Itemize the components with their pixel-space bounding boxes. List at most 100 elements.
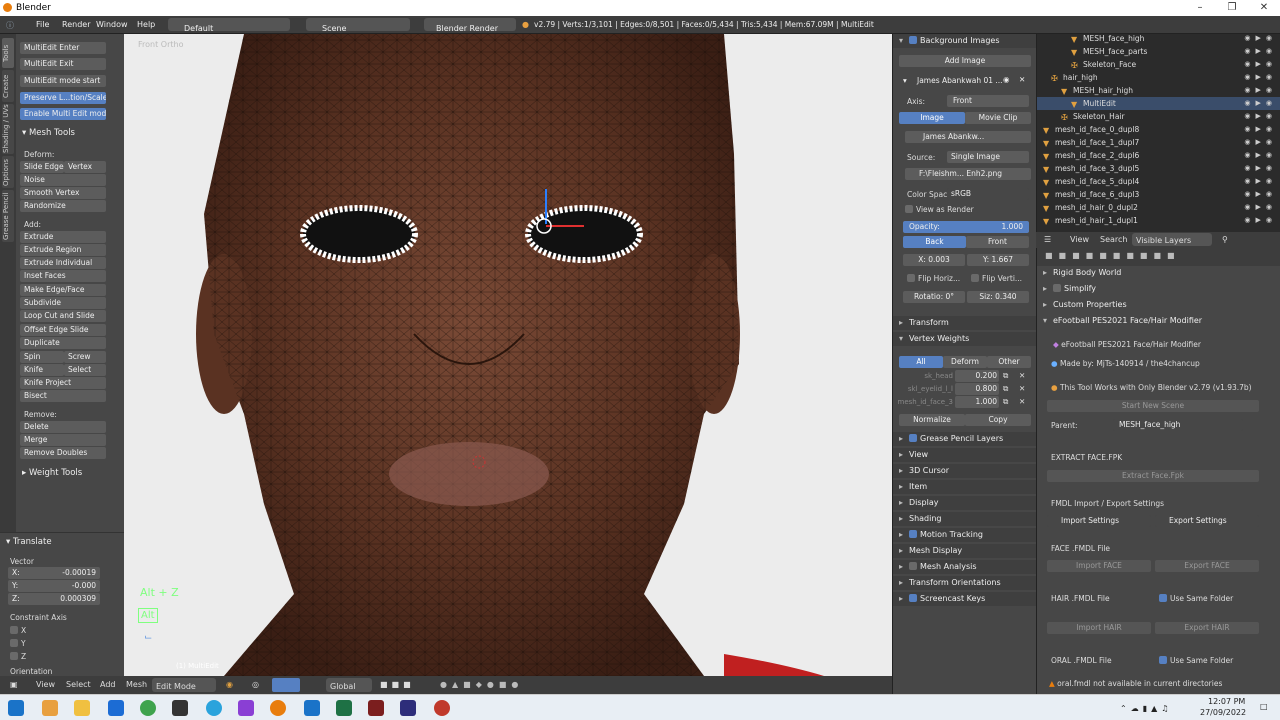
outliner-row[interactable]: ▼ mesh_id_face_3_dupl5 ◉▶◉	[1037, 162, 1280, 175]
visibility-icons[interactable]: ◉▶◉	[1244, 32, 1277, 45]
outliner-row-active[interactable]: ▼ MultiEdit ◉▶◉	[1037, 97, 1280, 110]
export-hair-button[interactable]: Export HAIR	[1155, 622, 1259, 634]
outliner-row[interactable]: ▼ mesh_id_face_1_dupl7 ◉▶◉	[1037, 136, 1280, 149]
vector-x-field[interactable]: X: -0.00019	[8, 567, 100, 579]
taskbar-app-icon[interactable]	[238, 700, 254, 716]
taskbar-app-icon[interactable]	[42, 700, 58, 716]
extrude-menu[interactable]: Extrude	[20, 231, 106, 243]
view-as-render-checkbox[interactable]: View as Render	[905, 205, 974, 214]
menu-file[interactable]: File	[36, 20, 49, 29]
visibility-icons[interactable]: ◉▶◉	[1244, 188, 1277, 201]
translate-header[interactable]: ▾ Translate	[6, 537, 52, 547]
import-hair-button[interactable]: Import HAIR	[1047, 622, 1151, 634]
menu-view[interactable]: View	[36, 680, 55, 689]
outliner-row[interactable]: ▼ mesh_id_hair_1_dupl1 ◉▶◉	[1037, 214, 1280, 227]
outliner[interactable]: ▼ MESH_face_high ◉▶◉ ▼ MESH_face_parts ◉▶◉ ✠…	[1036, 34, 1280, 232]
tab-grease-pencil[interactable]: Grease Pencil	[2, 190, 14, 242]
outliner-row[interactable]: ▼ MESH_face_parts ◉▶◉	[1037, 45, 1280, 58]
outliner-row[interactable]: ▼ mesh_id_face_6_dupl3 ◉▶◉	[1037, 188, 1280, 201]
simplify-header[interactable]: Simplify	[1041, 282, 1273, 296]
visibility-icons[interactable]: ◉▶◉	[1244, 201, 1277, 214]
manipulator-toggle[interactable]	[272, 678, 300, 692]
hair-use-same-folder-checkbox[interactable]: Use Same Folder	[1159, 594, 1233, 603]
pivot-icon[interactable]: ◎	[252, 680, 259, 689]
expand-icon[interactable]: ▾	[903, 76, 907, 85]
motion-tracking-header[interactable]: Motion Tracking	[893, 528, 1037, 542]
addon-panel-header[interactable]: eFootball PES2021 Face/Hair Modifier	[1041, 314, 1273, 328]
visibility-icons[interactable]: ◉▶◉	[1244, 110, 1277, 123]
visibility-icons[interactable]: ◉▶◉	[1244, 123, 1277, 136]
mesh-analysis-header[interactable]: Mesh Analysis	[893, 560, 1037, 574]
close-icon[interactable]: ✕	[1252, 1, 1276, 15]
copy-button[interactable]: Copy	[965, 414, 1031, 426]
remove-weight-icon[interactable]: ✕	[1019, 384, 1025, 393]
tray-icons[interactable]: ⌃☁▮▲♫	[1120, 704, 1172, 713]
knife-select-button[interactable]: Select	[64, 364, 106, 376]
filepath-field[interactable]: F:\Fleishm... Enh2.png	[905, 168, 1031, 180]
multiedit-exit-button[interactable]: MultiEdit Exit	[20, 58, 106, 70]
tab-create[interactable]: Create	[2, 70, 14, 102]
minimize-icon[interactable]: –	[1188, 1, 1212, 15]
flip-vertical-checkbox[interactable]: Flip Verti...	[971, 274, 1022, 283]
knife-project-button[interactable]: Knife Project	[20, 377, 106, 389]
tab-options[interactable]: Options	[2, 156, 14, 188]
screencast-keys-header[interactable]: Screencast Keys	[893, 592, 1037, 606]
vw-all-button[interactable]: All	[899, 356, 943, 368]
visibility-icons[interactable]: ◉▶◉	[1244, 58, 1277, 71]
outliner-row[interactable]: ▼ mesh_id_face_0_dupl8 ◉▶◉	[1037, 123, 1280, 136]
visibility-icons[interactable]: ◉▶◉	[1244, 136, 1277, 149]
3d-cursor-header[interactable]: 3D Cursor	[893, 464, 1037, 478]
extrude-individual-button[interactable]: Extrude Individual	[20, 257, 106, 269]
screen-layout-select[interactable]: Default	[168, 18, 290, 33]
rotation-field[interactable]: Rotatio: 0°	[903, 291, 965, 303]
photoshop-icon[interactable]	[368, 700, 384, 716]
constraint-x-checkbox[interactable]: X	[10, 626, 26, 635]
outlook-icon[interactable]	[108, 700, 124, 716]
menu-help[interactable]: Help	[137, 20, 155, 29]
vw-deform-button[interactable]: Deform	[943, 356, 987, 368]
bisect-button[interactable]: Bisect	[20, 390, 106, 402]
import-face-button[interactable]: Import FACE	[1047, 560, 1151, 572]
layer-buttons[interactable]: ■■■	[380, 680, 415, 689]
vector-z-field[interactable]: Z: 0.000309	[8, 593, 100, 605]
weight-row[interactable]: mesh_id_face_3 1.000 ⧉ ✕	[897, 396, 1035, 408]
color-space-select[interactable]: sRGB	[947, 188, 1029, 200]
flip-horizontal-checkbox[interactable]: Flip Horiz...	[907, 274, 960, 283]
remove-doubles-button[interactable]: Remove Doubles	[20, 447, 106, 459]
orientation-select[interactable]: Global	[326, 678, 372, 692]
export-face-button[interactable]: Export FACE	[1155, 560, 1259, 572]
visibility-icons[interactable]: ◉▶◉	[1244, 97, 1277, 110]
front-button[interactable]: Front	[966, 236, 1029, 248]
outliner-row[interactable]: ▼ MESH_hair_high ◉▶◉	[1037, 84, 1280, 97]
menu-select[interactable]: Select	[66, 680, 91, 689]
transform-orientations-header[interactable]: Transform Orientations	[893, 576, 1037, 590]
visibility-icons[interactable]: ◉▶◉	[1244, 214, 1277, 227]
size-field[interactable]: Siz: 0.340	[967, 291, 1029, 303]
outliner-row[interactable]: ▼ mesh_id_hair_0_dupl2 ◉▶◉	[1037, 201, 1280, 214]
shading-icon[interactable]: ◉	[226, 680, 233, 689]
noise-button[interactable]: Noise	[20, 174, 106, 186]
vertex-weights-header[interactable]: Vertex Weights	[893, 332, 1037, 346]
remove-weight-icon[interactable]: ✕	[1019, 371, 1025, 380]
taskbar-app-icon[interactable]	[400, 700, 416, 716]
3d-viewport[interactable]: Front Ortho Alt + Z Alt ⌙ (1) MultiEdit	[124, 34, 892, 676]
oral-use-same-folder-checkbox[interactable]: Use Same Folder	[1159, 656, 1233, 665]
slide-edge-button[interactable]: Slide Edge	[20, 161, 64, 173]
outliner-display-select[interactable]: Visible Layers	[1132, 233, 1212, 246]
visibility-icons[interactable]: ◉▶◉	[1244, 71, 1277, 84]
outliner-search-icon[interactable]: ⚲	[1222, 235, 1228, 244]
background-images-header[interactable]: Background Images	[893, 34, 1037, 48]
mode-select[interactable]: Edit Mode	[152, 678, 216, 692]
outliner-row[interactable]: ✠ Skeleton_Hair ◉▶◉	[1037, 110, 1280, 123]
tab-image[interactable]: Image	[899, 112, 965, 124]
weight-value[interactable]: 0.200	[955, 370, 999, 382]
outliner-row[interactable]: ✠ hair_high ◉▶◉	[1037, 71, 1280, 84]
offset-y-field[interactable]: Y: 1.667	[967, 254, 1029, 266]
copy-weight-icon[interactable]: ⧉	[1003, 397, 1008, 407]
transform-header[interactable]: Transform	[893, 316, 1037, 330]
multiedit-mode-start-button[interactable]: MultiEdit mode start	[20, 75, 106, 87]
render-engine-select[interactable]: Blender Render	[424, 18, 516, 33]
export-settings-select[interactable]: Export Settings	[1155, 515, 1259, 527]
visibility-icons[interactable]: ◉▶◉	[1244, 45, 1277, 58]
visibility-icons[interactable]: ◉▶◉	[1244, 84, 1277, 97]
